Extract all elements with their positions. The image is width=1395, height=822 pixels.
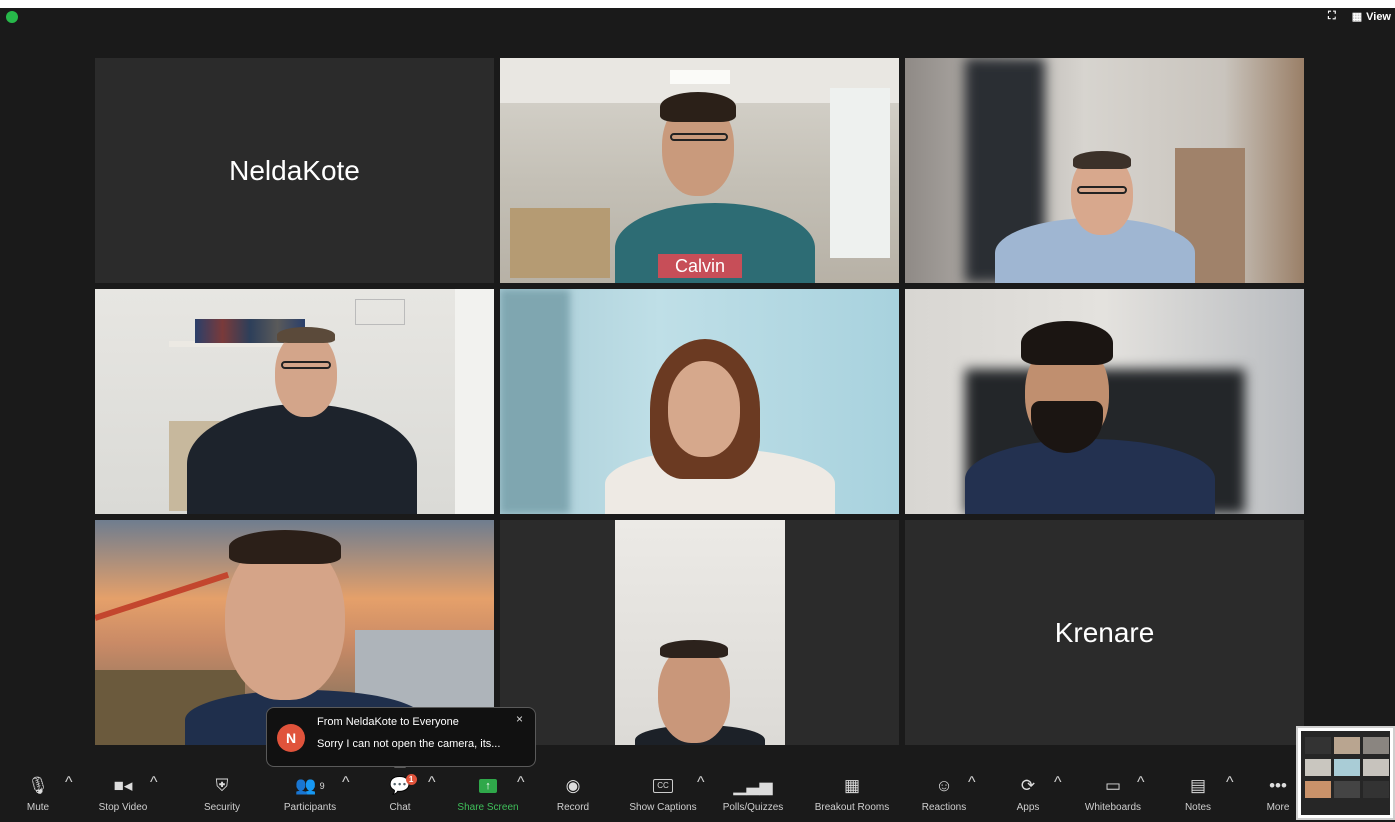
security-button[interactable]: ⛨ Security bbox=[192, 774, 252, 818]
notification-sender: From NeldaKote to Everyone bbox=[317, 716, 459, 728]
chat-bubble-icon: 💬 1 bbox=[389, 774, 417, 798]
participants-count: 9 bbox=[319, 781, 325, 791]
view-button[interactable]: ▦ View bbox=[1351, 10, 1391, 24]
participant-name: Krenare bbox=[1054, 616, 1155, 648]
reactions-options-caret[interactable]: ^ bbox=[968, 774, 976, 818]
whiteboards-label: Whiteboards bbox=[1084, 802, 1142, 813]
encryption-shield-icon[interactable] bbox=[6, 11, 18, 23]
mini-tile bbox=[1305, 759, 1331, 776]
sender-avatar: N bbox=[277, 724, 305, 752]
apps-options-caret[interactable]: ^ bbox=[1054, 774, 1062, 818]
whiteboards-options-caret[interactable]: ^ bbox=[1137, 774, 1145, 818]
more-label: More bbox=[1266, 802, 1290, 813]
mini-tile bbox=[1363, 737, 1389, 754]
participant-tile-neldakote[interactable]: NeldaKote bbox=[95, 58, 494, 283]
bar-chart-icon: ▁▃▅ bbox=[733, 776, 773, 795]
participant-tile-active-speaker[interactable]: Calvin bbox=[500, 58, 899, 283]
participant-tile[interactable] bbox=[500, 520, 899, 745]
participant-tile[interactable] bbox=[905, 289, 1304, 514]
thumbnail-grid bbox=[1301, 731, 1390, 815]
mute-button[interactable]: 🎙 Mute bbox=[18, 774, 58, 818]
share-arrow-icon: ↑ bbox=[479, 779, 497, 793]
close-icon[interactable]: × bbox=[516, 712, 523, 726]
apps-button[interactable]: ⟳ Apps bbox=[1013, 774, 1043, 818]
polls-label: Polls/Quizzes bbox=[722, 802, 784, 813]
whiteboard-icon: ▭ bbox=[1104, 776, 1122, 795]
apps-label: Apps bbox=[1016, 802, 1040, 813]
chat-label: Chat bbox=[389, 802, 411, 813]
show-captions-button[interactable]: CC Show Captions bbox=[620, 774, 706, 818]
mini-tile bbox=[1334, 759, 1360, 776]
meeting-toolbar: 🎙 Mute ^ ■◂ Stop Video ^ ⛨ Security 👥 9 P… bbox=[0, 768, 1395, 822]
video-feed: Calvin bbox=[500, 58, 899, 283]
participant-tile-krenare[interactable]: Krenare bbox=[905, 520, 1304, 745]
share-screen-label: Share Screen bbox=[457, 802, 519, 813]
smiley-plus-icon: ☺ bbox=[935, 776, 953, 795]
chat-button[interactable]: 💬 1 Chat bbox=[382, 774, 418, 818]
participants-options-caret[interactable]: ^ bbox=[342, 774, 350, 818]
notes-button[interactable]: ▤ Notes bbox=[1178, 774, 1218, 818]
participant-tile[interactable] bbox=[500, 289, 899, 514]
record-icon: ◉ bbox=[565, 776, 581, 795]
apps-icon: ⟳ bbox=[1020, 776, 1036, 795]
shield-icon: ⛨ bbox=[215, 776, 229, 795]
show-captions-label: Show Captions bbox=[629, 802, 697, 813]
participant-tile[interactable] bbox=[95, 289, 494, 514]
video-feed bbox=[500, 289, 899, 514]
participant-tile[interactable] bbox=[905, 58, 1304, 283]
video-camera-icon: ■◂ bbox=[113, 776, 133, 795]
notes-icon: ▤ bbox=[1189, 776, 1207, 795]
breakout-grid-icon: ▦ bbox=[843, 776, 861, 795]
mini-tile bbox=[1334, 781, 1360, 798]
chat-unread-badge: 1 bbox=[405, 774, 417, 785]
stop-video-button[interactable]: ■◂ Stop Video bbox=[88, 774, 158, 818]
top-right-controls: ⛶ ▦ View bbox=[1328, 10, 1391, 23]
participant-name: NeldaKote bbox=[229, 154, 360, 186]
video-feed bbox=[95, 289, 494, 514]
video-feed bbox=[905, 58, 1304, 283]
notes-options-caret[interactable]: ^ bbox=[1226, 774, 1234, 818]
view-label: View bbox=[1366, 10, 1391, 23]
breakout-label: Breakout Rooms bbox=[814, 802, 890, 813]
participants-button[interactable]: 👥 9 Participants bbox=[270, 774, 350, 818]
grid-view-icon: ▦ bbox=[1351, 11, 1363, 23]
video-feed bbox=[905, 289, 1304, 514]
notification-message: Sorry I can not open the camera, its... bbox=[317, 738, 501, 750]
mini-tile bbox=[1363, 781, 1389, 798]
mini-tile bbox=[1305, 781, 1331, 798]
stop-video-label: Stop Video bbox=[98, 802, 148, 813]
polls-quizzes-button[interactable]: ▁▃▅ Polls/Quizzes bbox=[718, 774, 788, 818]
shirt-text: Calvin bbox=[658, 254, 742, 278]
fullscreen-icon[interactable]: ⛶ bbox=[1328, 10, 1336, 23]
record-button[interactable]: ◉ Record bbox=[550, 774, 596, 818]
participants-label: Participants bbox=[283, 802, 337, 813]
mini-tile bbox=[1334, 737, 1360, 754]
video-options-caret[interactable]: ^ bbox=[150, 774, 158, 818]
audio-options-caret[interactable]: ^ bbox=[65, 774, 73, 818]
mini-tile bbox=[1305, 737, 1331, 754]
participants-icon: 👥 9 bbox=[295, 776, 325, 795]
breakout-rooms-button[interactable]: ▦ Breakout Rooms bbox=[805, 774, 899, 818]
share-screen-button[interactable]: ↑ Share Screen bbox=[450, 774, 526, 818]
reactions-button[interactable]: ☺ Reactions bbox=[916, 774, 972, 818]
zoom-meeting-window: ⛶ ▦ View NeldaKote Calvin Krenare N From… bbox=[0, 8, 1395, 822]
captions-icon: CC bbox=[653, 779, 673, 793]
captions-options-caret[interactable]: ^ bbox=[697, 774, 705, 818]
chat-notification[interactable]: N From NeldaKote to Everyone Sorry I can… bbox=[266, 707, 536, 774]
more-button[interactable]: ••• More bbox=[1260, 774, 1296, 818]
reactions-label: Reactions bbox=[921, 802, 967, 813]
top-bar: ⛶ ▦ View bbox=[0, 8, 1395, 34]
security-label: Security bbox=[203, 802, 241, 813]
mute-label: Mute bbox=[26, 802, 50, 813]
share-options-caret[interactable]: ^ bbox=[517, 774, 525, 818]
microphone-icon: 🎙 bbox=[27, 776, 49, 795]
gallery-thumbnail-preview[interactable] bbox=[1296, 726, 1395, 820]
chat-options-caret[interactable]: ^ bbox=[428, 774, 436, 818]
record-label: Record bbox=[556, 802, 590, 813]
mini-tile bbox=[1363, 759, 1389, 776]
more-ellipsis-icon: ••• bbox=[1269, 776, 1287, 795]
video-feed bbox=[500, 520, 899, 745]
notes-label: Notes bbox=[1184, 802, 1212, 813]
